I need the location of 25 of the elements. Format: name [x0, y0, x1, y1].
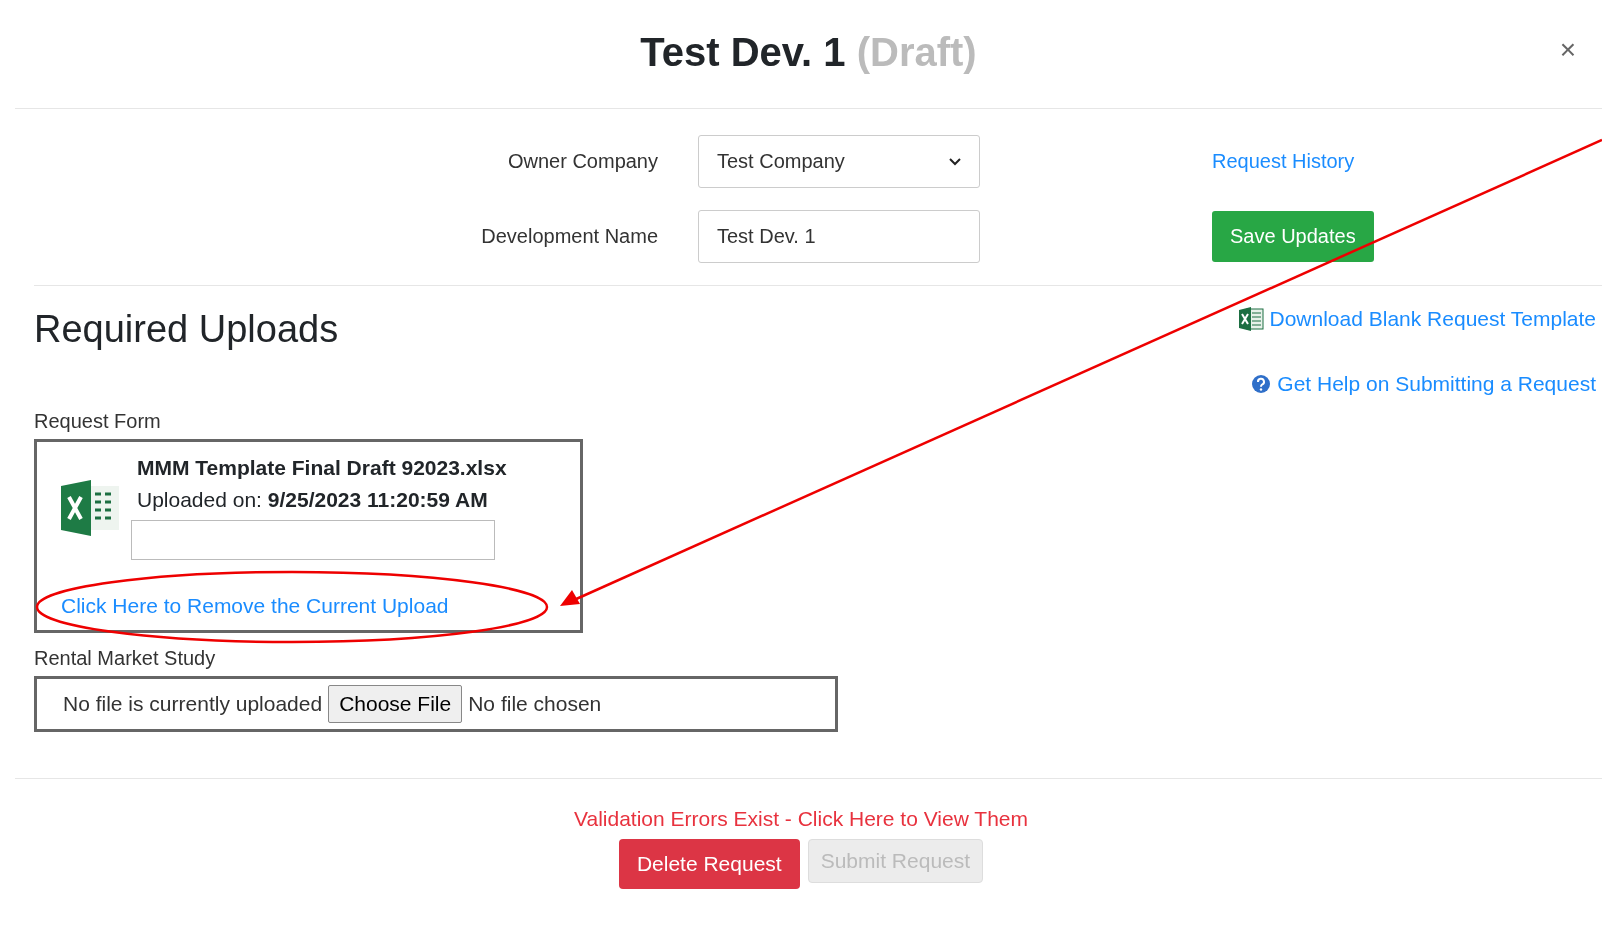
section-heading: Required Uploads: [34, 308, 339, 352]
help-icon: [1251, 374, 1272, 394]
upload-date: Uploaded on: 9/25/2023 11:20:59 AM: [137, 488, 489, 512]
request-history-link[interactable]: Request History: [1212, 150, 1355, 172]
development-name-field[interactable]: Test Dev. 1: [698, 210, 980, 263]
field-label: Owner Company: [506, 150, 659, 173]
note-field[interactable]: [131, 520, 495, 560]
modal-title: Test Dev. 1 (Draft): [640, 29, 977, 75]
upload-label: Rental Market Study: [34, 647, 217, 670]
spreadsheet-icon: [1237, 306, 1264, 332]
close-button[interactable]: ×: [1559, 34, 1576, 66]
field-label: Development Name: [480, 225, 659, 248]
download-template-link[interactable]: Download Blank Request Template: [1237, 306, 1596, 332]
chosen-file-text: No file chosen: [468, 692, 602, 716]
dropdown-caret-icon: [949, 157, 961, 166]
validation-errors-link[interactable]: Validation Errors Exist - Click Here to View Them: [574, 807, 1028, 831]
spreadsheet-icon: [61, 480, 121, 536]
delete-request-button[interactable]: Delete Request: [618, 839, 800, 889]
save-updates-button[interactable]: Save Updates: [1212, 211, 1374, 262]
upload-status: No file is currently uploaded: [63, 692, 323, 716]
help-link[interactable]: Get Help on Submitting a Request: [1251, 372, 1596, 396]
upload-label: Request Form: [34, 410, 162, 433]
company-select[interactable]: Test Company: [698, 135, 980, 188]
choose-file-button[interactable]: Choose File: [328, 685, 463, 723]
file-name: MMM Template Final Draft 92023.xlsx: [137, 456, 507, 480]
